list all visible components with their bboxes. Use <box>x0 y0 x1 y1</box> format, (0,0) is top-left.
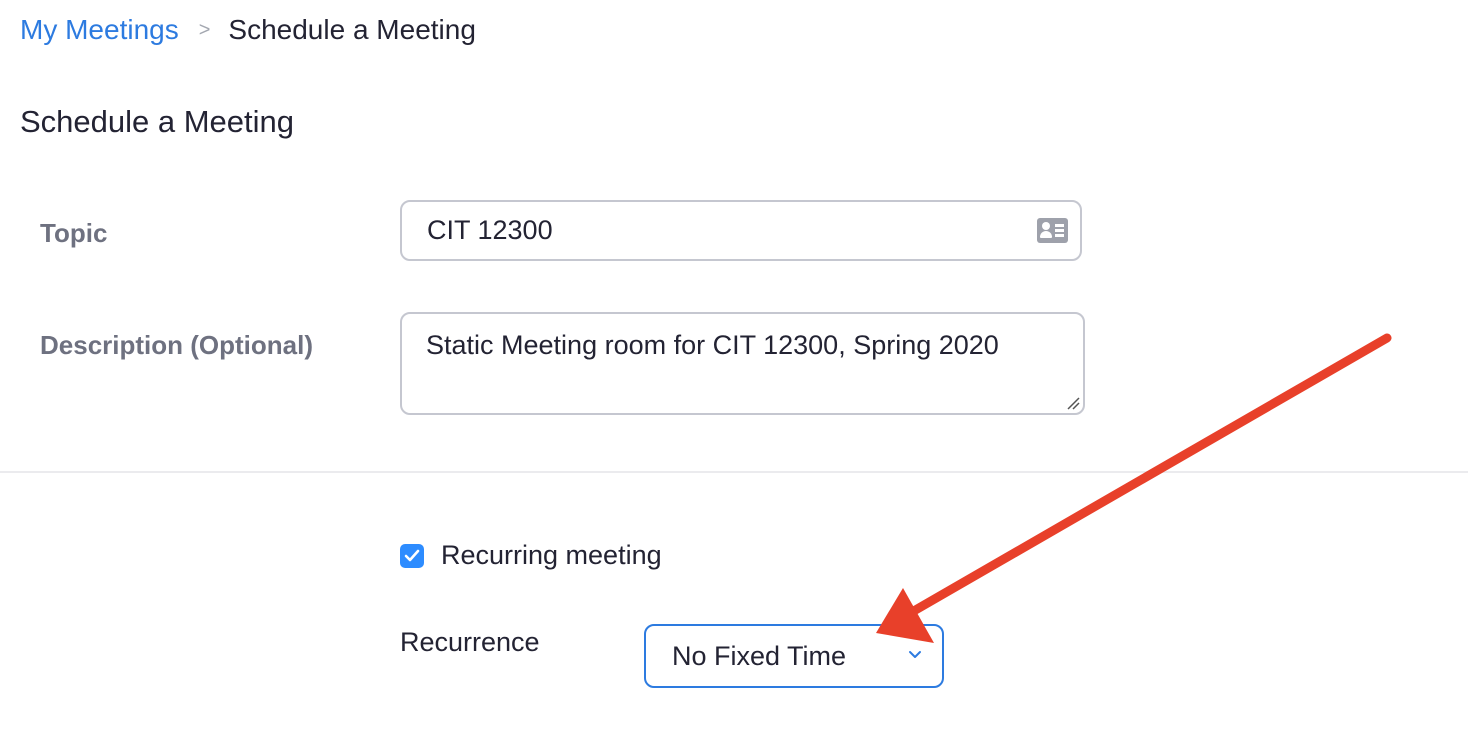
schedule-meeting-page: My Meetings > Schedule a Meeting Schedul… <box>0 0 1468 738</box>
recurrence-select[interactable]: No Fixed Time <box>644 624 944 688</box>
breadcrumb-my-meetings-link[interactable]: My Meetings <box>20 14 179 46</box>
description-textarea[interactable]: Static Meeting room for CIT 12300, Sprin… <box>400 312 1085 415</box>
breadcrumb-current: Schedule a Meeting <box>228 14 476 45</box>
recurrence-value: No Fixed Time <box>672 640 847 671</box>
topic-label: Topic <box>40 218 108 248</box>
breadcrumb-separator: > <box>198 18 211 41</box>
recurring-meeting-checkbox[interactable] <box>400 543 424 568</box>
breadcrumb: My Meetings > Schedule a Meeting <box>20 12 476 48</box>
section-divider <box>0 471 1468 473</box>
page-title: Schedule a Meeting <box>20 104 295 139</box>
checkmark-icon <box>404 549 420 561</box>
chevron-down-icon <box>909 651 921 658</box>
description-label: Description (Optional) <box>40 330 313 360</box>
recurring-meeting-row: Recurring meeting <box>400 540 662 571</box>
topic-value: CIT 12300 <box>427 215 553 245</box>
recurring-meeting-label[interactable]: Recurring meeting <box>441 540 662 571</box>
resize-grip-icon[interactable] <box>1066 396 1080 410</box>
contact-card-icon[interactable] <box>1037 218 1068 243</box>
recurrence-label: Recurrence <box>400 627 540 657</box>
topic-input[interactable]: CIT 12300 <box>400 200 1082 261</box>
description-value: Static Meeting room for CIT 12300, Sprin… <box>426 330 999 360</box>
